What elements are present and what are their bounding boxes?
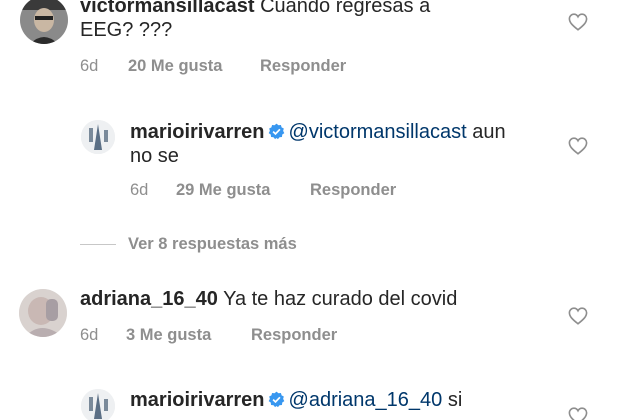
comment-victormansillacast: victormansillacast Cuando regresas a EEG… (0, 0, 620, 85)
heart-outline-icon[interactable] (568, 137, 588, 155)
likes-count[interactable]: 20 Me gusta (128, 56, 260, 76)
reply-button[interactable]: Responder (260, 56, 346, 76)
likes-count[interactable]: 3 Me gusta (126, 325, 251, 345)
comment-body: marioirivarren @adriana_16_40 si (130, 388, 462, 412)
comment-meta: 6d 29 Me gusta Responder (130, 180, 396, 200)
avatar-image (81, 389, 115, 420)
username[interactable]: victormansillacast (80, 0, 255, 17)
avatar[interactable] (81, 120, 115, 154)
username[interactable]: adriana_16_40 (80, 288, 218, 310)
comment-adriana_16_40: adriana_16_40 Ya te haz curado del covid… (0, 285, 620, 355)
comment-text: Ya te haz curado del covid (223, 288, 458, 310)
reply-button[interactable]: Responder (310, 180, 396, 200)
avatar-image (20, 0, 68, 44)
timestamp[interactable]: 6d (80, 56, 128, 76)
comment-text-line2: EEG? ??? (80, 19, 173, 41)
view-more-label: Ver 8 respuestas más (128, 235, 297, 253)
heart-outline-icon[interactable] (568, 407, 588, 420)
divider-line (80, 244, 116, 246)
verified-badge-icon (268, 391, 284, 408)
avatar-image (19, 289, 67, 337)
reply-marioirivarren-1: marioirivarren @victormansillacast aun n… (0, 110, 620, 210)
username[interactable]: marioirivarren (130, 121, 265, 143)
comment-text: aun (472, 121, 506, 143)
avatar-image (81, 120, 115, 154)
username[interactable]: marioirivarren (130, 389, 265, 411)
comment-text-line2: no se (130, 145, 179, 167)
heart-outline-icon[interactable] (568, 13, 588, 31)
timestamp[interactable]: 6d (130, 180, 176, 200)
reply-button[interactable]: Responder (251, 325, 337, 345)
mention-link[interactable]: @adriana_16_40 (289, 389, 443, 411)
comment-meta: 6d 20 Me gusta Responder (80, 56, 346, 76)
view-more-replies-button[interactable]: Ver 8 respuestas más (80, 234, 297, 254)
comment-body: victormansillacast Cuando regresas a EEG… (80, 0, 430, 42)
timestamp[interactable]: 6d (80, 325, 126, 345)
comment-body: adriana_16_40 Ya te haz curado del covid (80, 287, 457, 311)
verified-badge-icon (268, 123, 284, 140)
avatar[interactable] (19, 289, 67, 337)
heart-outline-icon[interactable] (568, 307, 588, 325)
avatar[interactable] (81, 389, 115, 420)
comment-text: Cuando regresas a (260, 0, 431, 17)
reply-marioirivarren-2: marioirivarren @adriana_16_40 si (0, 385, 620, 420)
comment-text: si (447, 389, 463, 411)
comment-body: marioirivarren @victormansillacast aun n… (130, 120, 506, 168)
likes-count[interactable]: 29 Me gusta (176, 180, 310, 200)
avatar[interactable] (20, 0, 68, 44)
mention-link[interactable]: @victormansillacast (289, 121, 467, 143)
comment-meta: 6d 3 Me gusta Responder (80, 325, 337, 345)
